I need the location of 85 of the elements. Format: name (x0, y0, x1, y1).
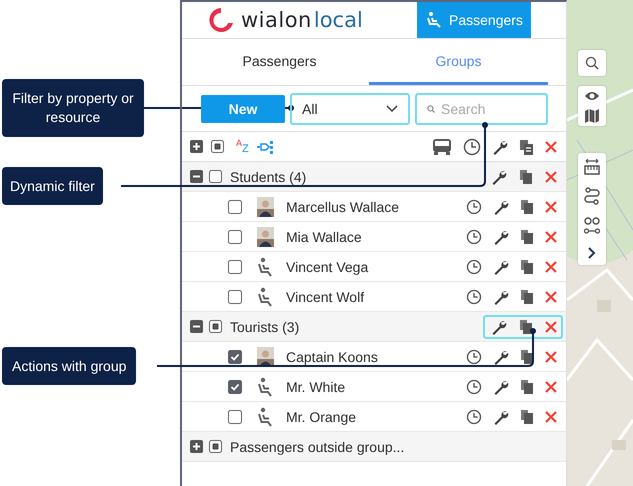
group-row[interactable]: Passengers outside group... (182, 432, 566, 462)
delete-icon[interactable] (545, 290, 557, 302)
tree-icon[interactable] (256, 140, 273, 154)
collapse-icon[interactable] (190, 170, 203, 183)
wrench-icon[interactable] (492, 138, 508, 154)
checkbox[interactable] (228, 200, 242, 214)
passenger-name: Vincent Vega (286, 258, 368, 274)
clock-icon[interactable] (466, 378, 482, 394)
wrench-icon[interactable] (493, 408, 509, 424)
clock-icon[interactable] (466, 348, 482, 364)
copy-icon[interactable] (519, 319, 533, 334)
callout-label: Dynamic filter (2, 167, 103, 205)
wrench-icon[interactable] (491, 318, 507, 334)
chevron-down-icon (386, 104, 398, 112)
clock-icon[interactable] (466, 288, 482, 304)
group-row[interactable]: Students (4) (182, 162, 566, 192)
group-name: Passengers outside group... (230, 438, 404, 454)
collapse-icon[interactable] (190, 320, 203, 333)
clock-icon[interactable] (466, 258, 482, 274)
callout-label: Actions with group (2, 347, 136, 385)
passenger-name: Vincent Wolf (286, 288, 364, 304)
logo-text: local (314, 8, 363, 32)
group-name: Students (4) (230, 168, 306, 184)
wrench-icon[interactable] (493, 348, 509, 364)
expand-icon[interactable] (190, 440, 203, 453)
delete-icon[interactable] (545, 350, 557, 362)
group-row[interactable]: Tourists (3) (182, 312, 566, 342)
checkbox[interactable] (228, 230, 242, 244)
wrench-icon[interactable] (493, 258, 509, 274)
logo-text: wialon (241, 8, 312, 32)
points-icon[interactable] (584, 217, 600, 235)
delete-icon[interactable] (545, 230, 557, 242)
delete-icon[interactable] (545, 380, 557, 392)
checkbox[interactable] (228, 410, 242, 424)
map-icon[interactable] (584, 108, 600, 122)
filter-dropdown[interactable]: All (290, 92, 410, 124)
clock-icon[interactable] (466, 408, 482, 424)
copy-icon[interactable] (520, 349, 534, 364)
seat-icon (425, 11, 443, 29)
clock-icon[interactable] (466, 228, 482, 244)
delete-icon[interactable] (545, 170, 557, 182)
clock-icon[interactable] (463, 138, 481, 156)
delete-icon[interactable] (545, 410, 557, 422)
copy-icon[interactable] (519, 169, 533, 184)
passenger-name: Mr. Orange (286, 408, 356, 424)
checkbox[interactable] (228, 380, 242, 394)
bus-icon[interactable] (432, 138, 452, 156)
group-checkbox[interactable] (209, 440, 222, 453)
wrench-icon[interactable] (493, 228, 509, 244)
expand-all-icon[interactable] (190, 140, 203, 153)
copy-icon[interactable] (520, 259, 534, 274)
delete-icon[interactable] (545, 140, 557, 152)
copy-list-icon[interactable] (519, 138, 534, 154)
passenger-name: Mr. White (286, 378, 346, 394)
delete-icon[interactable] (545, 260, 557, 272)
tab[interactable]: Passengers (190, 39, 369, 85)
passenger-name: Captain Koons (286, 348, 378, 364)
group-checkbox[interactable] (209, 320, 222, 333)
copy-icon[interactable] (520, 289, 534, 304)
wrench-icon[interactable] (493, 198, 509, 214)
clock-icon[interactable] (466, 198, 482, 214)
copy-icon[interactable] (520, 199, 534, 214)
wrench-icon[interactable] (493, 288, 509, 304)
wrench-icon[interactable] (491, 168, 507, 184)
eye-icon[interactable] (584, 90, 600, 102)
callout-label: Filter by property or resource (2, 79, 144, 137)
passenger-name: Mia Wallace (286, 228, 362, 244)
wrench-icon[interactable] (493, 378, 509, 394)
group-name: Tourists (3) (230, 318, 300, 334)
checkbox[interactable] (228, 290, 242, 304)
copy-icon[interactable] (520, 379, 534, 394)
delete-icon[interactable] (545, 320, 557, 332)
copy-icon[interactable] (520, 409, 534, 424)
delete-icon[interactable] (545, 200, 557, 212)
route-icon[interactable] (584, 187, 600, 205)
copy-icon[interactable] (520, 229, 534, 244)
checkbox[interactable] (228, 350, 242, 364)
search-icon[interactable] (585, 56, 599, 70)
group-checkbox[interactable] (209, 170, 222, 183)
checkbox[interactable] (228, 260, 242, 274)
chevron-right-icon[interactable] (587, 247, 597, 259)
select-all-checkbox[interactable] (211, 140, 224, 153)
passenger-name: Marcellus Wallace (286, 198, 400, 214)
search-field[interactable]: Search (415, 92, 548, 124)
ruler-icon[interactable] (584, 159, 600, 175)
